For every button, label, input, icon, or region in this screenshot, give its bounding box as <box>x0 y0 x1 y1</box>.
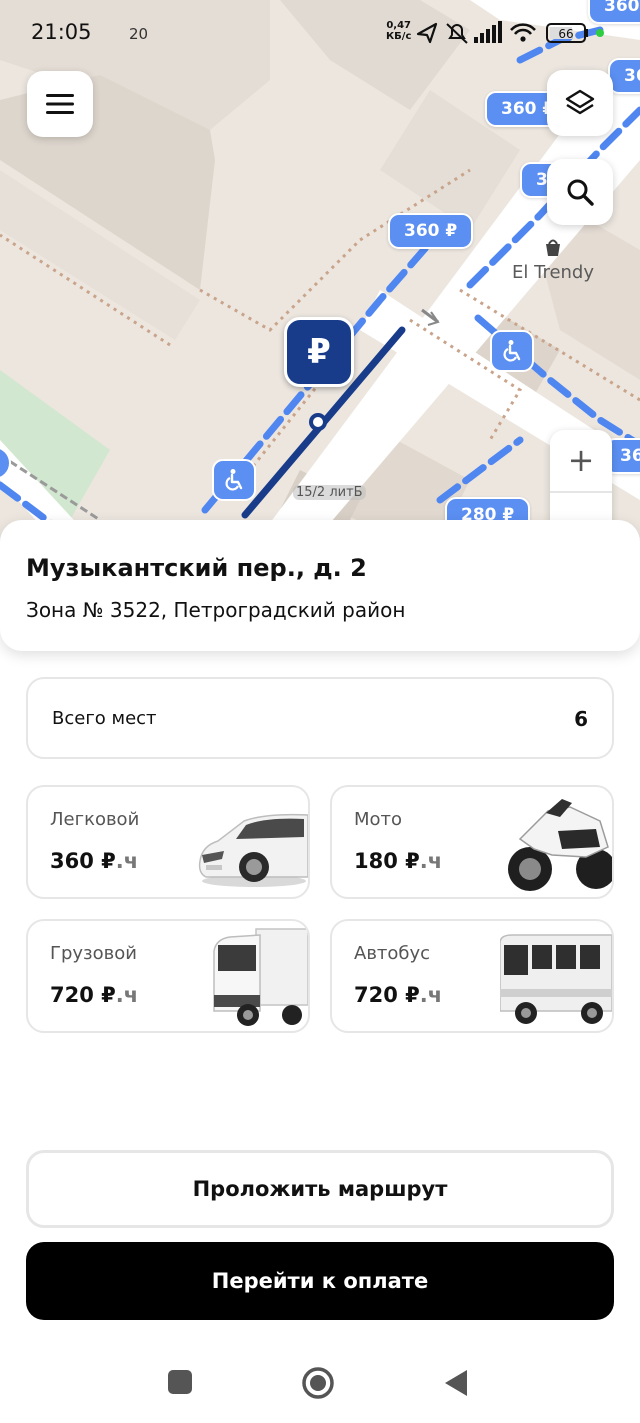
price-value: 360 ₽ <box>50 849 116 873</box>
vehicle-card-moto[interactable]: Мото 180 ₽.ч <box>330 785 614 899</box>
signal-icon <box>474 21 502 43</box>
screen: 360 ₽ 360 ₽ 360 ₽ 360 36 360 280 ₽ ₽ El … <box>0 0 640 1423</box>
vehicle-price: 360 ₽.ч <box>50 849 138 873</box>
vehicle-name: Мото <box>354 809 403 830</box>
price-value: 180 ₽ <box>354 849 420 873</box>
disabled-parking-marker[interactable] <box>212 459 256 501</box>
layers-icon <box>565 89 595 115</box>
price-unit: .ч <box>115 849 139 873</box>
parking-price-label[interactable]: 360 ₽ <box>388 213 474 249</box>
battery-level: 66 <box>558 27 573 41</box>
network-speed-value: 0,47 <box>386 20 412 31</box>
status-icons: 66 <box>416 21 604 44</box>
status-bar: 21:05 20 0,47 КБ/с 66 <box>0 0 640 62</box>
vehicle-name: Автобус <box>354 943 431 964</box>
house-number-label: 15/2 литБ <box>293 485 366 500</box>
ruble-icon: ₽ <box>307 332 331 372</box>
vehicle-name: Легковой <box>50 809 140 830</box>
price-unit: .ч <box>115 983 139 1007</box>
map[interactable]: 360 ₽ 360 ₽ 360 ₽ 360 36 360 280 ₽ ₽ El … <box>0 0 640 570</box>
motorcycle-image <box>508 799 612 891</box>
price-value: 720 ₽ <box>50 983 116 1007</box>
truck-image <box>213 928 308 1026</box>
search-button[interactable] <box>547 159 613 225</box>
network-speed: 0,47 КБ/с <box>386 20 411 42</box>
system-nav-bar <box>0 1345 640 1423</box>
price-value: 720 ₽ <box>354 983 420 1007</box>
zone-subtitle: Зона № 3522, Петроградский район <box>26 598 406 622</box>
recents-icon[interactable] <box>167 1369 193 1395</box>
home-icon[interactable] <box>301 1366 335 1400</box>
vehicle-price: 720 ₽.ч <box>50 983 138 1007</box>
vehicle-price: 720 ₽.ч <box>354 983 442 1007</box>
total-spots-value: 6 <box>574 707 588 731</box>
wheelchair-icon <box>225 469 243 491</box>
vehicle-card-bus[interactable]: Автобус 720 ₽.ч <box>330 919 614 1033</box>
vehicle-name: Грузовой <box>50 943 137 964</box>
selected-parking-marker[interactable]: ₽ <box>284 317 354 387</box>
poi-label[interactable]: El Trendy <box>512 262 594 283</box>
search-icon <box>567 179 594 206</box>
wifi-icon <box>510 23 536 42</box>
vehicle-card-truck[interactable]: Грузовой 720 ₽.ч <box>26 919 310 1033</box>
price-unit: .ч <box>419 849 443 873</box>
camera-indicator <box>596 29 604 37</box>
back-icon[interactable] <box>443 1369 469 1397</box>
bell-off-icon <box>446 23 468 44</box>
bus-image <box>500 934 612 1024</box>
car-image <box>198 813 308 887</box>
vehicle-price: 180 ₽.ч <box>354 849 442 873</box>
build-route-button[interactable]: Проложить маршрут <box>26 1150 614 1228</box>
total-spots-card: Всего мест 6 <box>26 677 614 759</box>
vehicle-card-car[interactable]: Легковой 360 ₽.ч <box>26 785 310 899</box>
address-title: Музыкантский пер., д. 2 <box>26 554 367 582</box>
layers-button[interactable] <box>547 70 613 136</box>
price-unit: .ч <box>419 983 443 1007</box>
total-spots-label: Всего мест <box>52 708 157 729</box>
status-time: 21:05 <box>31 20 92 44</box>
network-speed-unit: КБ/с <box>386 31 412 42</box>
zoom-in-button[interactable]: + <box>550 430 612 490</box>
battery-icon: 66 <box>546 23 588 43</box>
status-extra: 20 <box>129 25 149 43</box>
menu-button[interactable] <box>27 71 93 137</box>
location-icon <box>416 22 438 44</box>
disabled-parking-marker[interactable] <box>490 330 534 372</box>
zoom-divider <box>550 491 612 493</box>
address-card: Музыкантский пер., д. 2 Зона № 3522, Пет… <box>0 520 640 651</box>
hamburger-icon <box>46 94 74 114</box>
wheelchair-icon <box>503 340 521 362</box>
proceed-to-payment-button[interactable]: Перейти к оплате <box>26 1242 614 1320</box>
